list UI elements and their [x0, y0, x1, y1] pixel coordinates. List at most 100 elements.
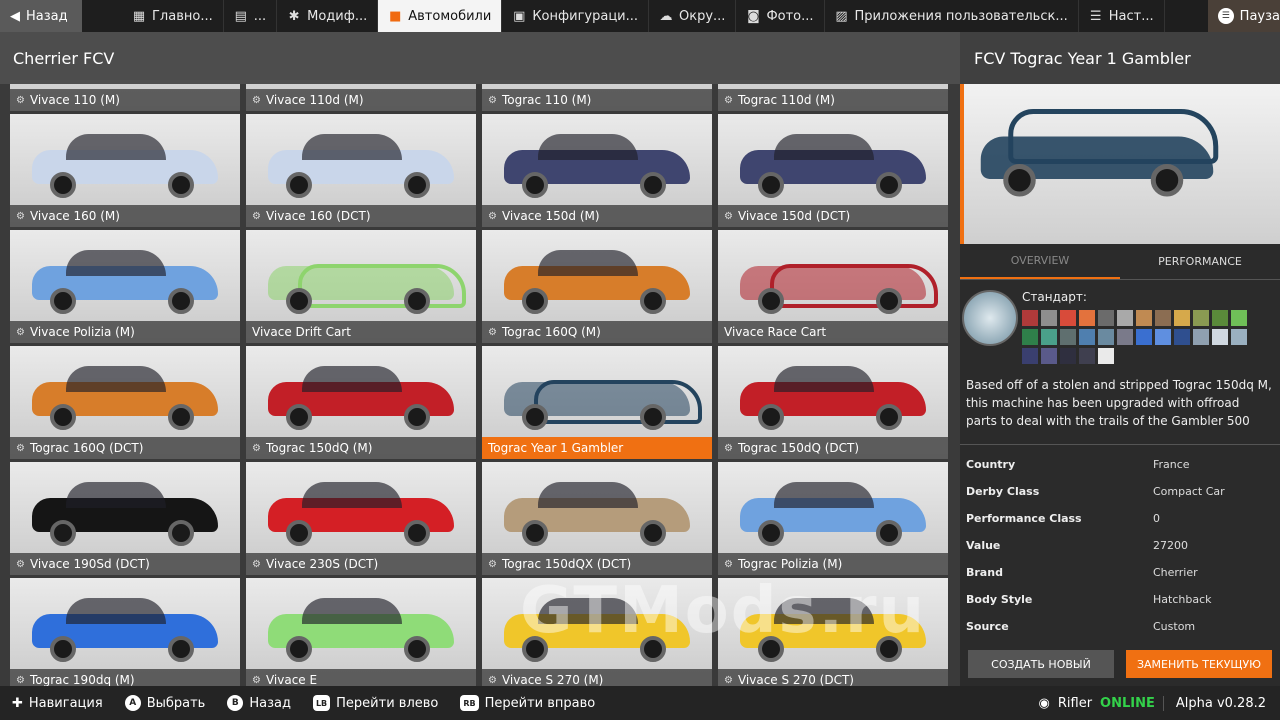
pause-button[interactable]: ☰ Пауза [1208, 0, 1280, 32]
paint-swatch[interactable] [1022, 329, 1038, 345]
paint-swatch[interactable] [1079, 348, 1095, 364]
paint-swatch[interactable] [1098, 310, 1114, 326]
tab-performance[interactable]: PERFORMANCE [1120, 244, 1280, 279]
back-button[interactable]: ◀ Назад [0, 0, 82, 32]
hint-next[interactable]: RB Перейти вправо [460, 695, 595, 711]
vehicle-card[interactable]: ⚙ Vivace 230S (DCT) [246, 462, 476, 575]
vehicle-card[interactable]: ⚙ Tograc 160Q (M) [482, 230, 712, 343]
vehicle-card[interactable]: ⚙ Tograc 150dQX (DCT) [482, 462, 712, 575]
vehicle-thumbnail [504, 482, 690, 546]
replace-current-button[interactable]: ЗАМЕНИТЬ ТЕКУЩУЮ [1126, 650, 1272, 678]
vehicle-card[interactable]: Tograc Year 1 Gambler [482, 346, 712, 459]
paint-swatch[interactable] [1212, 329, 1228, 345]
tab-main[interactable]: ▦ Главно... [122, 0, 224, 32]
spec-value: Compact Car [1153, 485, 1225, 498]
vehicle-card[interactable]: ⚙ Vivace 110 (M) [10, 84, 240, 111]
vehicle-card[interactable]: ⚙ Tograc 110d (M) [718, 84, 948, 111]
vehicle-grid-viewport[interactable]: ⚙ Vivace 110 (M) ⚙ Vivace 110d (M) ⚙ Tograc 1… [0, 84, 960, 686]
tab-map[interactable]: ▤... [224, 0, 278, 32]
lb-button-icon: LB [312, 695, 331, 711]
vehicle-thumbnail [268, 250, 466, 314]
vehicle-card[interactable]: ⚙ Vivace 110d (M) [246, 84, 476, 111]
paint-swatch[interactable] [1022, 348, 1038, 364]
menu-icon: ☰ [1218, 8, 1234, 24]
paint-swatch[interactable] [1231, 329, 1247, 345]
paint-swatch[interactable] [1117, 329, 1133, 345]
vehicle-card[interactable]: ⚙ Tograc 150dQ (M) [246, 346, 476, 459]
vehicle-card[interactable]: ⚙ Vivace S 270 (M) [482, 578, 712, 686]
vehicle-card[interactable]: ⚙ Vivace E [246, 578, 476, 686]
vehicle-card-label: Tograc Year 1 Gambler [482, 437, 712, 459]
paint-swatch[interactable] [1060, 329, 1076, 345]
divider [960, 444, 1280, 445]
tab-environment[interactable]: ☁ Окру... [649, 0, 737, 32]
hint-select[interactable]: A Выбрать [124, 695, 205, 711]
vehicle-preview-image [960, 84, 1280, 244]
paint-swatch[interactable] [1098, 329, 1114, 345]
paint-swatch[interactable] [1060, 310, 1076, 326]
tab-settings[interactable]: ☰ Наст... [1079, 0, 1165, 32]
vehicle-grid: ⚙ Vivace 110 (M) ⚙ Vivace 110d (M) ⚙ Tograc 1… [10, 84, 948, 686]
vehicle-specs: Country France Derby Class Compact Car Perfo… [960, 451, 1280, 640]
vehicle-card[interactable]: ⚙ Vivace S 270 (DCT) [718, 578, 948, 686]
vehicle-card[interactable]: ⚙ Vivace 160 (M) [10, 114, 240, 227]
paint-swatch[interactable] [1193, 310, 1209, 326]
vehicle-card[interactable]: Vivace Race Cart [718, 230, 948, 343]
config-icon: ⚙ [16, 674, 25, 686]
vehicle-card[interactable]: ⚙ Vivace 160 (DCT) [246, 114, 476, 227]
paint-swatch[interactable] [1079, 310, 1095, 326]
paint-swatch[interactable] [1098, 348, 1114, 364]
spec-row: Derby Class Compact Car [966, 478, 1274, 505]
paint-swatch[interactable] [1212, 310, 1228, 326]
config-icon: ⚙ [16, 326, 25, 338]
vehicle-card[interactable]: Vivace Drift Cart [246, 230, 476, 343]
paint-swatch[interactable] [1155, 310, 1171, 326]
hint-navigation[interactable]: ✚ Навигация [12, 696, 103, 711]
vehicle-card[interactable]: ⚙ Tograc Polizia (M) [718, 462, 948, 575]
vehicle-details-panel: FCV Tograc Year 1 Gambler OVERVIEW PERFO… [960, 32, 1280, 686]
spec-key: Country [966, 458, 1016, 471]
paint-swatch[interactable] [1041, 310, 1057, 326]
vehicle-card[interactable]: ⚙ Vivace 150d (M) [482, 114, 712, 227]
spec-value: Hatchback [1153, 593, 1212, 606]
spec-value: 0 [1153, 512, 1160, 525]
tab-user-apps[interactable]: ▨ Приложения пользовательск... [825, 0, 1079, 32]
config-icon: ⚙ [252, 558, 261, 570]
vehicle-thumbnail [268, 366, 454, 430]
paint-swatch[interactable] [1174, 329, 1190, 345]
hint-prev[interactable]: LB Перейти влево [312, 695, 438, 711]
tab-vehicles[interactable]: ■ Автомобили [378, 0, 503, 32]
paint-swatch[interactable] [1193, 329, 1209, 345]
paint-swatch[interactable] [1060, 348, 1076, 364]
vehicle-thumbnail [740, 482, 926, 546]
paint-thumbnail[interactable] [962, 290, 1018, 346]
vehicle-card[interactable]: ⚙ Tograc 160Q (DCT) [10, 346, 240, 459]
tab-overview[interactable]: OVERVIEW [960, 244, 1120, 279]
vehicle-thumbnail [504, 366, 702, 430]
vehicle-card-label: ⚙ Tograc 160Q (M) [482, 321, 712, 343]
paint-swatch[interactable] [1174, 310, 1190, 326]
paint-swatch[interactable] [1231, 310, 1247, 326]
vehicle-card[interactable]: ⚙ Tograc 110 (M) [482, 84, 712, 111]
hint-back[interactable]: B Назад [227, 695, 291, 711]
vehicle-card[interactable]: ⚙ Tograc 190dq (M) [10, 578, 240, 686]
paint-swatch[interactable] [1155, 329, 1171, 345]
paint-swatch[interactable] [1136, 310, 1152, 326]
create-new-button[interactable]: СОЗДАТЬ НОВЫЙ [968, 650, 1114, 678]
spec-key: Body Style [966, 593, 1033, 606]
paint-swatch[interactable] [1041, 348, 1057, 364]
paint-swatch[interactable] [1117, 310, 1133, 326]
paint-swatch[interactable] [1041, 329, 1057, 345]
vehicle-card[interactable]: ⚙ Vivace 150d (DCT) [718, 114, 948, 227]
vehicle-card[interactable]: ⚙ Vivace 190Sd (DCT) [10, 462, 240, 575]
vehicle-thumbnail [32, 366, 218, 430]
vehicle-card[interactable]: ⚙ Tograc 150dQ (DCT) [718, 346, 948, 459]
tab-config[interactable]: ▣ Конфигураци... [502, 0, 650, 32]
tab-mods[interactable]: ✱ Модиф... [277, 0, 379, 32]
paint-swatch[interactable] [1022, 310, 1038, 326]
paint-swatch[interactable] [1079, 329, 1095, 345]
vehicle-card[interactable]: ⚙ Vivace Polizia (M) [10, 230, 240, 343]
tab-photo[interactable]: ◙ Фото... [736, 0, 825, 32]
vehicle-card-label: Vivace Race Cart [718, 321, 948, 343]
paint-swatch[interactable] [1136, 329, 1152, 345]
